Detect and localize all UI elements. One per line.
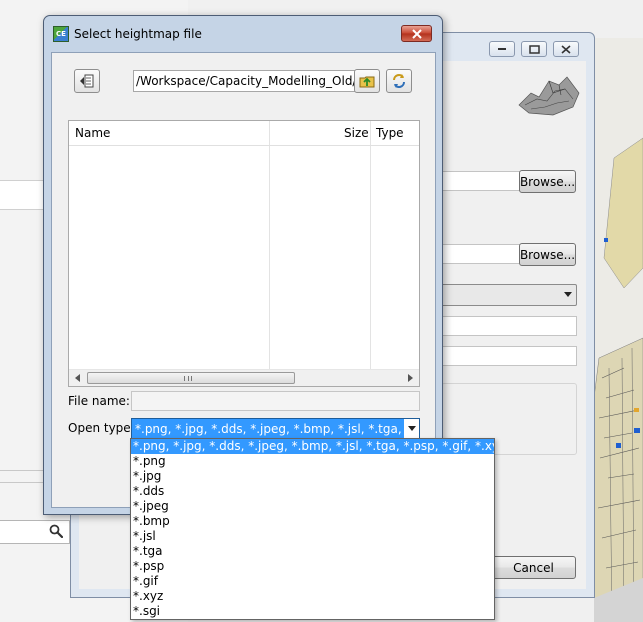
parent-field-3[interactable] — [441, 316, 577, 336]
column-separator — [370, 121, 371, 369]
close-button[interactable] — [553, 41, 579, 57]
dropdown-option[interactable]: *.jpg — [131, 469, 494, 484]
back-button[interactable] — [74, 69, 100, 93]
column-header-name[interactable]: Name — [69, 121, 269, 145]
open-type-select[interactable]: *.png, *.jpg, *.dds, *.jpeg, *.bmp, *.js… — [131, 418, 420, 440]
horizontal-scrollbar[interactable] — [69, 369, 419, 386]
grip-icon — [184, 376, 192, 381]
terrain-preview-icon — [518, 76, 580, 116]
dialog-title-bar[interactable]: CE Select heightmap file — [44, 16, 442, 46]
dropdown-option[interactable]: *.jsl — [131, 529, 494, 544]
dropdown-option[interactable]: *.bmp — [131, 514, 494, 529]
app-icon: CE — [53, 26, 69, 42]
column-separator — [269, 121, 270, 369]
chevron-down-icon[interactable] — [403, 419, 419, 439]
column-header-size[interactable]: Size — [338, 121, 369, 145]
parent-field-4[interactable] — [441, 346, 577, 366]
header-divider — [69, 145, 419, 146]
search-input[interactable] — [0, 520, 70, 544]
browse-button-2[interactable]: Browse... — [519, 243, 576, 266]
back-arrow-icon — [80, 74, 94, 88]
dropdown-option[interactable]: *.png, *.jpg, *.dds, *.jpeg, *.bmp, *.js… — [131, 439, 494, 454]
dialog-title: Select heightmap file — [74, 27, 202, 41]
refresh-button[interactable] — [386, 69, 412, 93]
column-header-type[interactable]: Type — [370, 121, 404, 145]
file-list[interactable]: Name Size Type — [68, 120, 420, 387]
dialog-close-button[interactable] — [401, 25, 432, 42]
dropdown-option[interactable]: *.gif — [131, 574, 494, 589]
scroll-left-icon[interactable] — [75, 374, 80, 382]
open-type-dropdown[interactable]: *.png, *.jpg, *.dds, *.jpeg, *.bmp, *.js… — [130, 438, 495, 620]
dropdown-option[interactable]: *.tga — [131, 544, 494, 559]
open-type-value: *.png, *.jpg, *.dds, *.jpeg, *.bmp, *.js… — [135, 422, 419, 436]
refresh-icon — [393, 74, 405, 88]
map-viewport[interactable] — [594, 38, 643, 622]
dropdown-option[interactable]: *.xyz — [131, 589, 494, 604]
dropdown-option[interactable]: *.png — [131, 454, 494, 469]
close-icon — [411, 28, 422, 39]
parent-select[interactable] — [441, 284, 577, 306]
file-name-input[interactable] — [131, 391, 420, 411]
scroll-right-icon[interactable] — [408, 374, 413, 382]
open-type-label: Open type: — [68, 421, 135, 435]
cancel-button[interactable]: Cancel — [491, 556, 576, 579]
folder-up-button[interactable] — [354, 69, 380, 93]
dropdown-option[interactable]: *.psp — [131, 559, 494, 574]
dropdown-option[interactable]: *.dds — [131, 484, 494, 499]
folder-up-icon — [359, 76, 375, 88]
scrollbar-thumb[interactable] — [87, 372, 295, 384]
chevron-down-icon — [564, 292, 572, 297]
dropdown-option[interactable]: *.sgi — [131, 604, 494, 619]
search-icon[interactable] — [49, 524, 63, 538]
browse-button-1[interactable]: Browse... — [519, 170, 576, 193]
maximize-icon — [528, 44, 540, 54]
texture-path-field[interactable] — [441, 244, 521, 264]
minimize-button[interactable] — [489, 41, 515, 57]
minimize-icon — [498, 48, 506, 50]
heightmap-path-field[interactable] — [441, 171, 521, 191]
maximize-button[interactable] — [521, 41, 547, 57]
dropdown-option[interactable]: *.jpeg — [131, 499, 494, 514]
close-icon — [561, 44, 571, 54]
path-field[interactable]: /Workspace/Capacity_Modelling_Old/map — [133, 70, 359, 92]
file-name-label: File name: — [68, 394, 130, 408]
